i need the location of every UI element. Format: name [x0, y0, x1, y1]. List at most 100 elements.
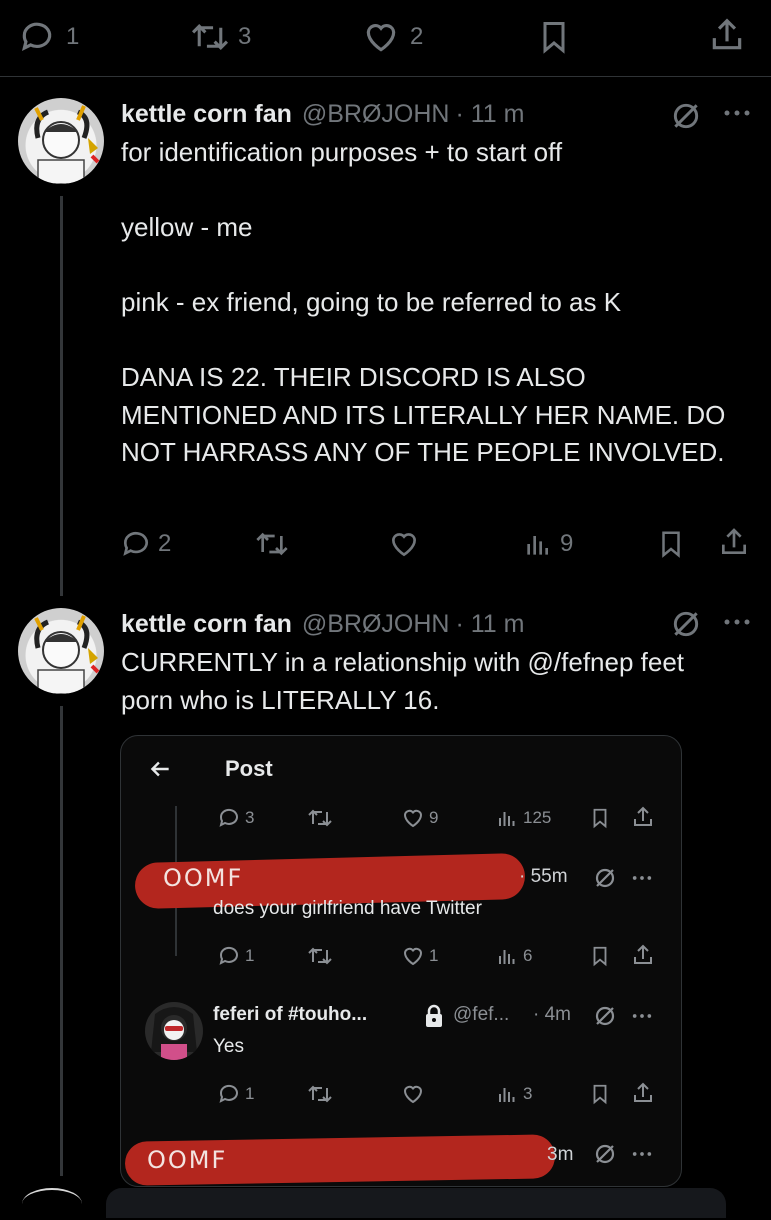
repost-button[interactable]: [254, 528, 290, 560]
views-count: 125: [523, 808, 552, 827]
reply-text: does your girlfriend have Twitter: [213, 898, 482, 919]
reply-time[interactable]: · 4m: [533, 1004, 571, 1026]
reply-composer-edge[interactable]: [106, 1188, 726, 1218]
grok-icon[interactable]: [593, 866, 617, 890]
reply-time[interactable]: · 55m: [519, 866, 568, 888]
more-options-icon[interactable]: [631, 868, 653, 888]
reply-count: 2: [158, 530, 172, 557]
like-button[interactable]: 9: [401, 806, 438, 830]
avatar[interactable]: [18, 608, 104, 694]
share-icon: [634, 1082, 652, 1102]
avatar[interactable]: [145, 1002, 203, 1060]
like-count: 2: [410, 23, 424, 50]
like-count: 1: [429, 946, 439, 965]
redaction-scribble: OOMF: [163, 864, 244, 892]
repost-button[interactable]: [307, 1082, 333, 1106]
reply-time[interactable]: 3m: [547, 1144, 573, 1166]
author-name[interactable]: kettle corn fan: [121, 100, 292, 129]
share-button[interactable]: [631, 1081, 655, 1105]
reply-button[interactable]: 3: [217, 806, 254, 830]
bookmark-icon: [593, 946, 607, 967]
views-button[interactable]: 125: [495, 806, 551, 830]
tweet-header: kettle corn fan @BRØJOHN · 11 m: [121, 98, 524, 130]
more-options-icon[interactable]: [631, 1144, 653, 1164]
bookmark-button[interactable]: [589, 944, 611, 968]
heart-icon: [403, 1085, 423, 1104]
views-button[interactable]: 6: [495, 944, 532, 968]
grok-icon[interactable]: [670, 100, 702, 132]
author-handle[interactable]: @BRØJOHN: [302, 610, 450, 639]
heart-icon: [366, 24, 396, 52]
share-button[interactable]: [708, 16, 746, 54]
bookmark-button[interactable]: [536, 18, 572, 56]
like-button[interactable]: 1: [401, 944, 438, 968]
tweet-text: for identification purposes + to start o…: [121, 137, 726, 467]
views-icon: [499, 1088, 515, 1102]
repost-button[interactable]: [307, 806, 333, 830]
avatar[interactable]: [18, 98, 104, 184]
reply-count: 1: [245, 1084, 255, 1103]
lock-icon: [424, 1004, 444, 1028]
views-button[interactable]: 3: [495, 1082, 532, 1106]
views-icon: [527, 536, 548, 555]
more-options-icon[interactable]: [722, 609, 752, 635]
repost-icon: [256, 532, 288, 556]
heart-icon: [391, 533, 417, 557]
avatar-drawing: [34, 615, 100, 694]
more-options-icon[interactable]: [631, 1006, 653, 1026]
views-count: 9: [560, 530, 574, 557]
repost-icon: [308, 1085, 332, 1103]
repost-icon: [191, 24, 229, 50]
reply-icon: [219, 946, 238, 965]
bookmark-button[interactable]: [589, 806, 611, 830]
repost-icon: [308, 947, 332, 965]
like-button[interactable]: [388, 528, 420, 560]
next-avatar: [22, 1188, 82, 1220]
like-count: 9: [429, 808, 439, 827]
reply-button[interactable]: 1: [217, 944, 254, 968]
share-button[interactable]: [631, 805, 655, 829]
reply-button[interactable]: 2: [120, 528, 171, 560]
bookmark-icon: [662, 531, 680, 558]
bookmark-icon: [593, 1084, 607, 1105]
grok-icon[interactable]: [593, 1142, 617, 1166]
reply-author-handle[interactable]: @fef...: [453, 1004, 509, 1026]
views-count: 6: [523, 946, 533, 965]
grok-icon[interactable]: [593, 1004, 617, 1028]
more-options-icon[interactable]: [722, 100, 752, 126]
embedded-screenshot[interactable]: Post 3 9 125 OOMF · 55m does your girlfr…: [120, 735, 682, 1187]
reply-button[interactable]: 1: [18, 18, 79, 56]
reply-button[interactable]: 1: [217, 1082, 254, 1106]
author-name[interactable]: kettle corn fan: [121, 610, 292, 639]
thread-line: [60, 196, 63, 596]
reply-icon: [219, 808, 238, 827]
repost-button[interactable]: [307, 944, 333, 968]
redaction-scribble: OOMF: [147, 1146, 228, 1174]
repost-count: 3: [238, 23, 252, 50]
top-action-bar: 1 3 2: [0, 0, 771, 77]
share-icon: [722, 528, 746, 554]
bookmark-button[interactable]: [589, 1082, 611, 1106]
tweet-time[interactable]: · 11 m: [455, 100, 524, 129]
tweet-time[interactable]: · 11 m: [455, 610, 524, 639]
repost-button[interactable]: 3: [190, 18, 251, 56]
share-button[interactable]: [631, 943, 655, 967]
reply-count: 1: [66, 23, 80, 50]
share-button[interactable]: [718, 526, 750, 558]
bookmark-icon: [593, 808, 607, 829]
repost-icon: [308, 809, 332, 827]
views-button[interactable]: 9: [522, 528, 573, 560]
reply-icon: [219, 1084, 238, 1103]
author-handle[interactable]: @BRØJOHN: [302, 100, 450, 129]
like-button[interactable]: 2: [362, 18, 423, 56]
share-icon: [634, 806, 652, 826]
back-arrow-icon[interactable]: [147, 756, 173, 782]
heart-icon: [403, 809, 423, 828]
reply-author-name[interactable]: feferi of #touho...: [213, 1004, 367, 1026]
tweet-text: CURRENTLY in a relationship with @/fefne…: [121, 647, 685, 715]
bookmark-button[interactable]: [656, 528, 686, 560]
views-icon: [499, 950, 515, 964]
like-button[interactable]: [401, 1082, 425, 1106]
thread-line: [60, 706, 63, 1176]
grok-icon[interactable]: [670, 608, 702, 640]
